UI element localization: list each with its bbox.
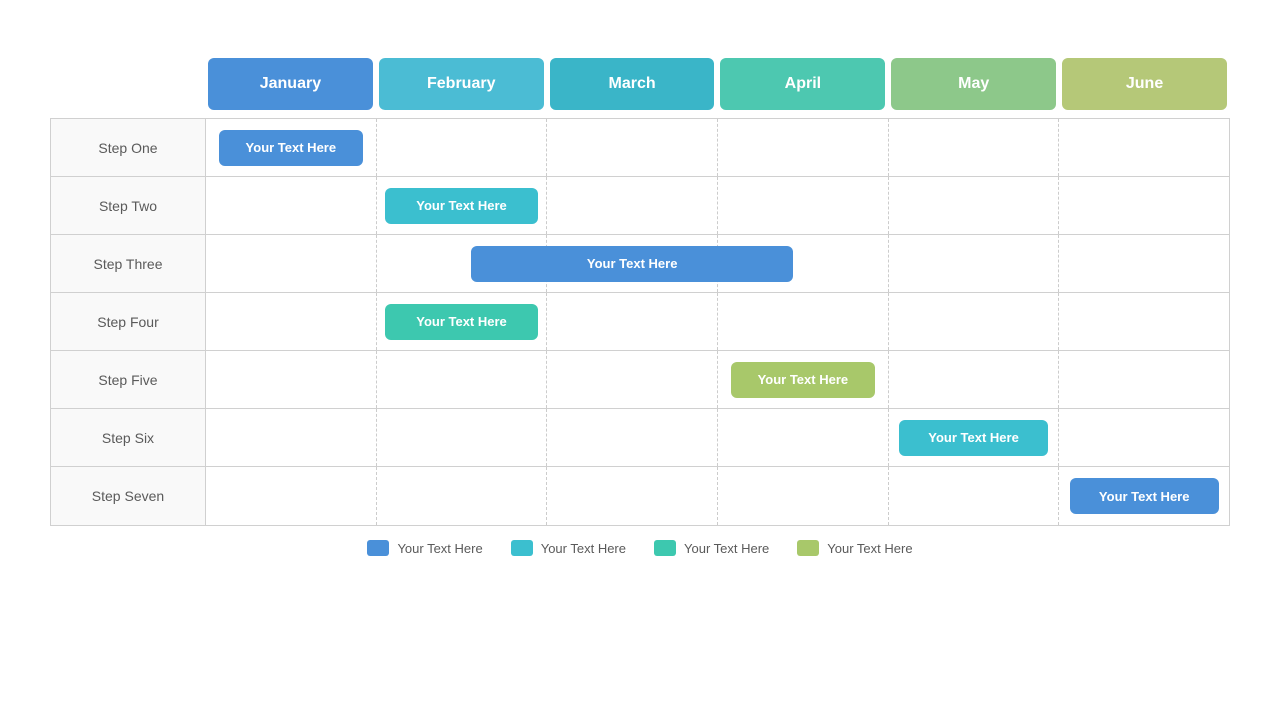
legend-swatch (367, 540, 389, 556)
months-row: JanuaryFebruaryMarchAprilMayJune (205, 58, 1230, 110)
grid-col (718, 293, 889, 350)
grid-col (718, 409, 889, 466)
grid-col (889, 467, 1060, 525)
task-bar[interactable]: Your Text Here (385, 188, 538, 224)
legend-item: Your Text Here (367, 540, 482, 556)
grid-col (206, 235, 377, 292)
roadmap-container: JanuaryFebruaryMarchAprilMayJune Step On… (50, 58, 1230, 526)
grid-cols: Your Text Here (206, 293, 1229, 350)
grid-cols: Your Text Here (206, 409, 1229, 466)
grid-col (1059, 293, 1229, 350)
task-bar[interactable]: Your Text Here (1070, 478, 1219, 514)
grid-col (718, 119, 889, 176)
grid-col (889, 351, 1060, 408)
grid-cols: Your Text Here (206, 119, 1229, 176)
grid-cols: Your Text Here (206, 177, 1229, 234)
legend-item: Your Text Here (797, 540, 912, 556)
grid-col (547, 293, 718, 350)
legend-label: Your Text Here (827, 541, 912, 556)
month-header-june: June (1062, 58, 1227, 110)
legend-item: Your Text Here (511, 540, 626, 556)
task-bar[interactable]: Your Text Here (385, 304, 538, 340)
legend-label: Your Text Here (541, 541, 626, 556)
grid-col (377, 467, 548, 525)
month-header-may: May (891, 58, 1056, 110)
grid-col (206, 177, 377, 234)
legend-label: Your Text Here (684, 541, 769, 556)
grid-col: Your Text Here (206, 119, 377, 176)
grid-col (889, 235, 1060, 292)
grid-col (889, 293, 1060, 350)
grid-col (547, 351, 718, 408)
legend-item: Your Text Here (654, 540, 769, 556)
grid-col (206, 409, 377, 466)
grid-row: Step Five Your Text Here (51, 351, 1229, 409)
legend: Your Text Here Your Text Here Your Text He… (367, 540, 912, 556)
grid-col (889, 119, 1060, 176)
grid-col: Your Text Here (889, 409, 1060, 466)
month-header-february: February (379, 58, 544, 110)
grid-col (1059, 235, 1229, 292)
task-bar[interactable]: Your Text Here (731, 362, 875, 398)
grid-col (377, 409, 548, 466)
grid-col (889, 177, 1060, 234)
grid-col (1059, 351, 1229, 408)
grid-col (1059, 119, 1229, 176)
task-bar[interactable]: Your Text Here (899, 420, 1048, 456)
grid-col (377, 119, 548, 176)
step-label: Step One (51, 119, 206, 176)
grid-col (547, 177, 718, 234)
step-label: Step Five (51, 351, 206, 408)
grid-row: Step Three Your Text Here (51, 235, 1229, 293)
grid-row: Step Six Your Text Here (51, 409, 1229, 467)
grid-col (1059, 177, 1229, 234)
legend-swatch (797, 540, 819, 556)
grid-col (206, 351, 377, 408)
step-label: Step Four (51, 293, 206, 350)
step-label: Step Two (51, 177, 206, 234)
month-header-april: April (720, 58, 885, 110)
grid-col (718, 177, 889, 234)
grid-cols: Your Text Here (206, 235, 1229, 292)
grid-col: Your Text Here (1059, 467, 1229, 525)
legend-swatch (654, 540, 676, 556)
grid-row: Step Two Your Text Here (51, 177, 1229, 235)
grid-row: Step One Your Text Here (51, 119, 1229, 177)
grid-col (206, 293, 377, 350)
grid-col (718, 467, 889, 525)
grid-col (1059, 409, 1229, 466)
grid-col: Your Text Here (718, 351, 889, 408)
task-bar[interactable]: Your Text Here (471, 246, 793, 282)
legend-label: Your Text Here (397, 541, 482, 556)
month-header-march: March (550, 58, 715, 110)
task-bar[interactable]: Your Text Here (219, 130, 363, 166)
grid-cols: Your Text Here (206, 467, 1229, 525)
grid-col: Your Text Here (377, 293, 548, 350)
step-label: Step Seven (51, 467, 206, 525)
legend-swatch (511, 540, 533, 556)
grid-col: Your Text Here (377, 177, 548, 234)
grid-col (547, 119, 718, 176)
month-header-january: January (208, 58, 373, 110)
grid-col (547, 409, 718, 466)
grid-row: Step Four Your Text Here (51, 293, 1229, 351)
grid-col (547, 467, 718, 525)
grid-table: Step One Your Text Here Step Two Your Text … (50, 118, 1230, 526)
grid-col: Your Text Here (547, 235, 718, 292)
grid-col (206, 467, 377, 525)
grid-cols: Your Text Here (206, 351, 1229, 408)
step-label: Step Six (51, 409, 206, 466)
grid-row: Step Seven Your Text Here (51, 467, 1229, 525)
grid-col (377, 351, 548, 408)
step-label: Step Three (51, 235, 206, 292)
